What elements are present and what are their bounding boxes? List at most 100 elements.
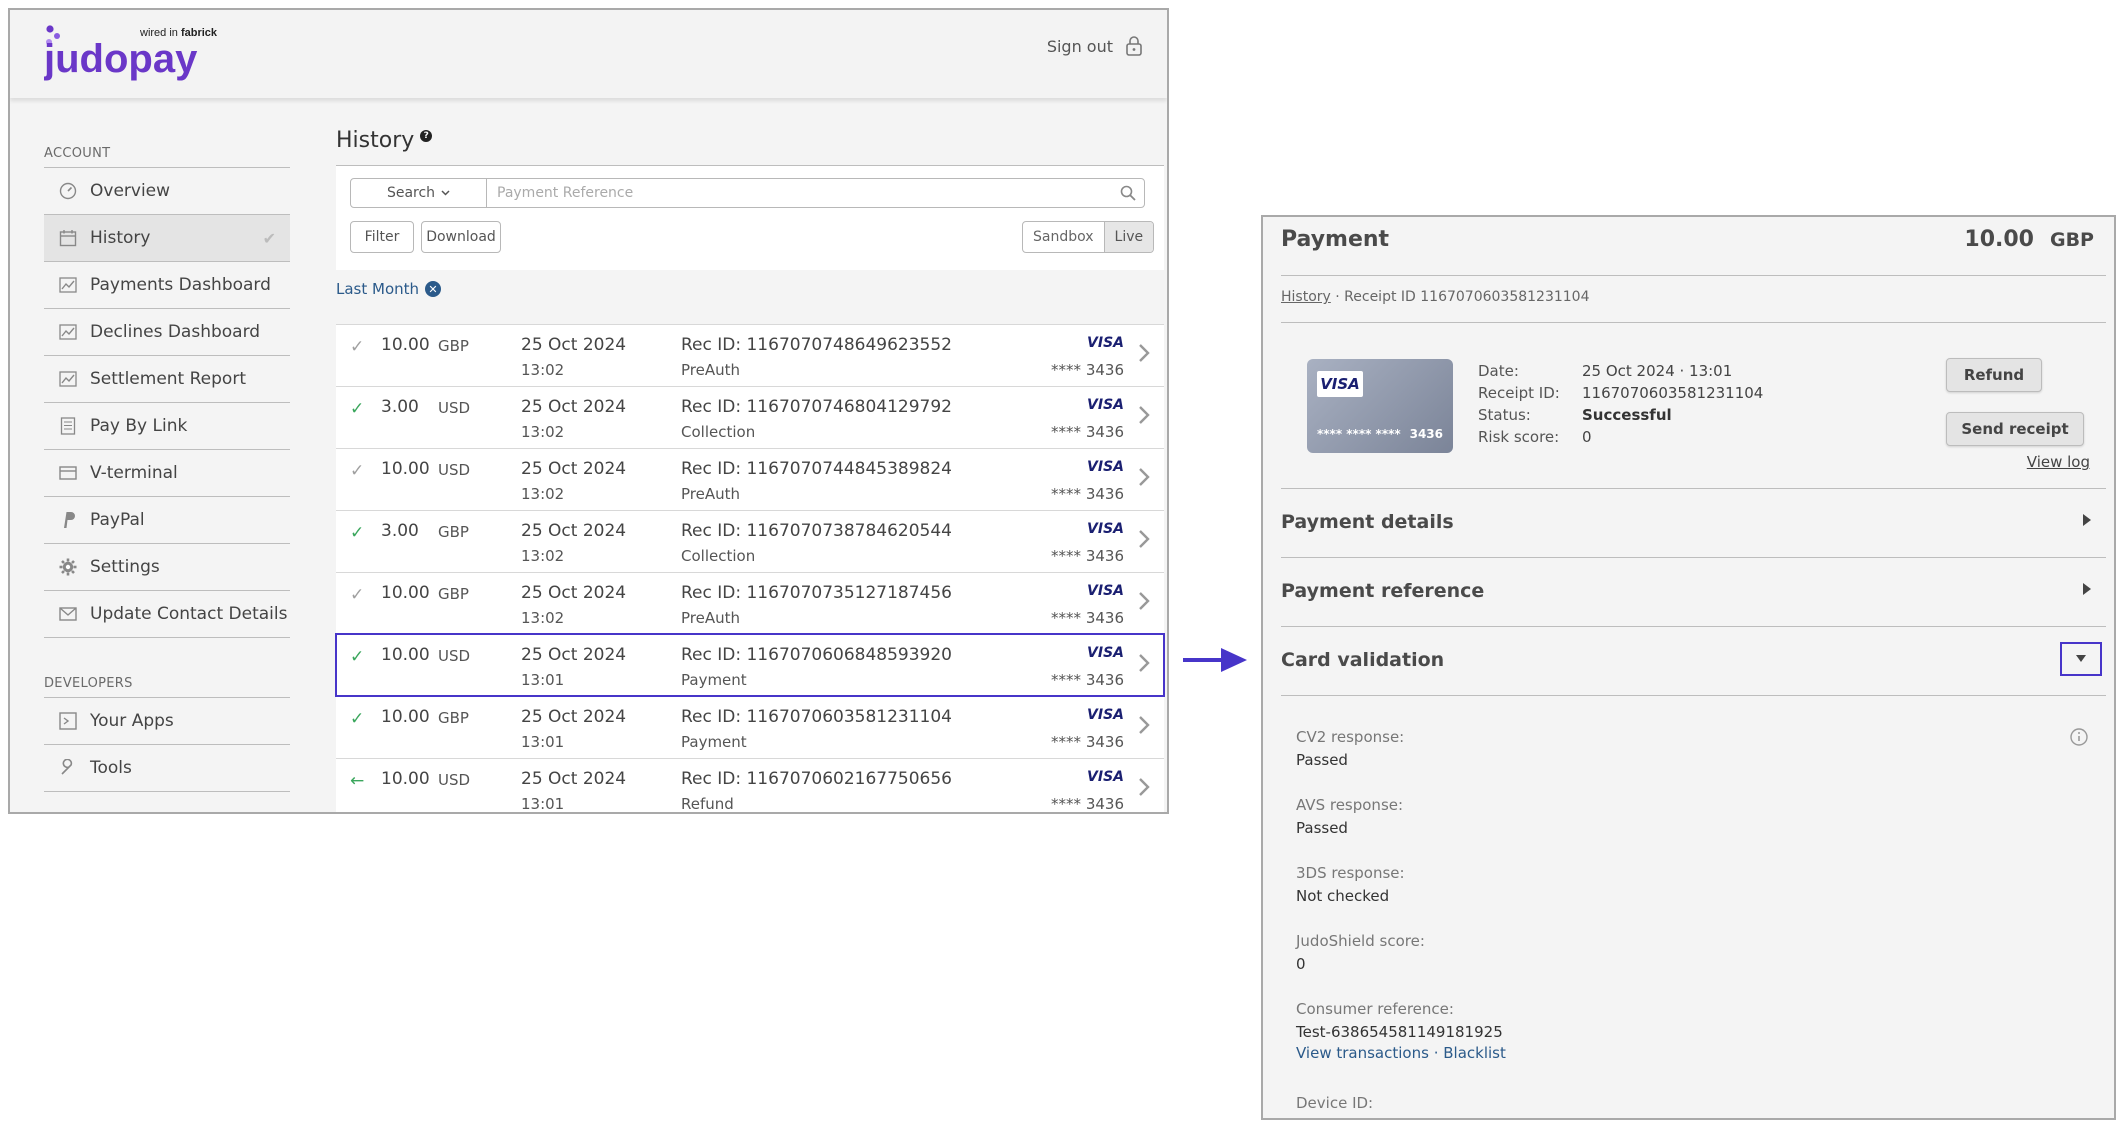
download-button[interactable]: Download bbox=[421, 221, 501, 253]
judopay-logo[interactable]: wired in fabrick judopay bbox=[44, 22, 244, 94]
card-masked: **** **** **** bbox=[1317, 427, 1401, 441]
sidebar-item-tools[interactable]: Tools bbox=[44, 745, 290, 792]
visa-logo-icon: VISA bbox=[1087, 707, 1124, 723]
send-receipt-button[interactable]: Send receipt bbox=[1946, 412, 2084, 446]
status-value: Successful bbox=[1582, 406, 1672, 424]
sidebar-item-your-apps[interactable]: Your Apps bbox=[44, 698, 290, 745]
history-window: wired in fabrick judopay Sign out ACCOUN… bbox=[8, 8, 1169, 814]
view-transactions-link[interactable]: View transactions bbox=[1296, 1044, 1429, 1062]
sidebar-item-update-contact-details[interactable]: Update Contact Details bbox=[44, 591, 290, 638]
sidebar-item-declines-dashboard[interactable]: Declines Dashboard bbox=[44, 309, 290, 356]
judoshield-score: JudoShield score: 0 bbox=[1296, 932, 1425, 973]
payment-reference-section[interactable]: Payment reference bbox=[1281, 557, 2106, 625]
sidebar-item-settlement-report[interactable]: Settlement Report bbox=[44, 356, 290, 403]
search-type-dropdown[interactable]: Search bbox=[350, 178, 487, 208]
sidebar-item-label: Update Contact Details bbox=[90, 604, 288, 624]
date-label: Date: bbox=[1478, 362, 1519, 380]
checkmark-icon: ✓ bbox=[350, 523, 365, 543]
currency: USD bbox=[438, 461, 471, 479]
chart-icon bbox=[58, 323, 78, 341]
blacklist-link[interactable]: Blacklist bbox=[1443, 1044, 1506, 1062]
date: 25 Oct 2024 bbox=[521, 583, 627, 603]
consumer-reference: Consumer reference: Test-638654581149181… bbox=[1296, 1000, 1506, 1062]
sidebar-item-paypal[interactable]: PayPal bbox=[44, 497, 290, 544]
filter-chip-label[interactable]: Last Month bbox=[336, 280, 419, 298]
table-row[interactable]: ✓ 10.00 USD 25 Oct 2024 13:02 Rec ID: 1167070… bbox=[336, 448, 1164, 510]
transaction-type: Payment bbox=[681, 671, 747, 689]
table-row[interactable]: ✓ 10.00 GBP 25 Oct 2024 13:01 Rec ID: 1167070… bbox=[336, 696, 1164, 758]
sidebar-item-settings[interactable]: Settings bbox=[44, 544, 290, 591]
sidebar-item-label: Payments Dashboard bbox=[90, 275, 271, 295]
sidebar-item-v-terminal[interactable]: V-terminal bbox=[44, 450, 290, 497]
transaction-type: PreAuth bbox=[681, 609, 741, 627]
card-last4: **** 3436 bbox=[1051, 361, 1124, 379]
checkmark-icon: ✓ bbox=[350, 461, 365, 481]
envelope-icon bbox=[58, 605, 78, 623]
sidebar-item-label: Your Apps bbox=[90, 711, 174, 731]
refund-button[interactable]: Refund bbox=[1946, 358, 2042, 392]
env-live-option[interactable]: Live bbox=[1103, 222, 1154, 252]
device-id: Device ID: bbox=[1296, 1094, 1373, 1112]
detail-amount-value: 10.00 bbox=[1964, 227, 2034, 252]
view-log-link[interactable]: View log bbox=[2027, 453, 2090, 471]
top-bar: wired in fabrick judopay Sign out bbox=[10, 10, 1167, 98]
terminal-icon bbox=[58, 464, 78, 482]
avs-response: AVS response: Passed bbox=[1296, 796, 1403, 837]
time: 13:02 bbox=[521, 547, 565, 565]
chevron-right-icon bbox=[1139, 592, 1150, 610]
visa-logo-icon: VISA bbox=[1087, 583, 1124, 599]
sign-out-button[interactable]: Sign out bbox=[1047, 36, 1143, 56]
table-row[interactable]: ✓ 3.00 GBP 25 Oct 2024 13:02 Rec ID: 11670707… bbox=[336, 510, 1164, 572]
date: 25 Oct 2024 bbox=[521, 769, 627, 789]
threeds-label: 3DS response: bbox=[1296, 864, 1405, 882]
chevron-right-icon bbox=[1139, 344, 1150, 362]
env-sandbox-option[interactable]: Sandbox bbox=[1023, 222, 1104, 252]
remove-filter-icon[interactable]: ✕ bbox=[425, 281, 442, 297]
amount: 10.00 bbox=[381, 335, 430, 355]
consumer-label: Consumer reference: bbox=[1296, 1000, 1454, 1018]
table-row[interactable]: ✓ 10.00 GBP 25 Oct 2024 13:02 Rec ID: 1167070… bbox=[336, 324, 1164, 386]
sidebar-item-history[interactable]: History ✔ bbox=[44, 215, 290, 262]
card-last4: **** 3436 bbox=[1051, 733, 1124, 751]
card-image: VISA **** **** **** 3436 bbox=[1307, 359, 1453, 453]
receipt-id: Rec ID: 1167070744845389824 bbox=[681, 459, 952, 479]
payment-reference-input[interactable] bbox=[486, 178, 1145, 208]
transaction-type: Refund bbox=[681, 795, 734, 813]
sidebar-item-payments-dashboard[interactable]: Payments Dashboard bbox=[44, 262, 290, 309]
sidebar-item-label: PayPal bbox=[90, 510, 145, 530]
visa-logo-icon: VISA bbox=[1087, 769, 1124, 785]
device-label: Device ID: bbox=[1296, 1094, 1374, 1112]
sidebar-item-overview[interactable]: Overview bbox=[44, 168, 290, 215]
date: 25 Oct 2024 bbox=[521, 707, 627, 727]
filter-button[interactable]: Filter bbox=[350, 221, 414, 253]
card-validation-section[interactable]: Card validation bbox=[1281, 626, 2106, 694]
receipt-id: Rec ID: 1167070746804129792 bbox=[681, 397, 952, 417]
transaction-list: ✓ 10.00 GBP 25 Oct 2024 13:02 Rec ID: 1167070… bbox=[335, 324, 1165, 813]
payment-detail-window: Payment 10.00 GBP History · Receipt ID 1… bbox=[1261, 215, 2116, 1120]
table-row[interactable]: ← 10.00 USD 25 Oct 2024 13:01 Rec ID: 1167070… bbox=[336, 758, 1164, 813]
info-icon[interactable] bbox=[2070, 728, 2088, 746]
help-icon[interactable]: ? bbox=[420, 130, 433, 142]
search-icon[interactable] bbox=[1120, 185, 1136, 201]
detail-title: Payment bbox=[1281, 227, 1390, 252]
detail-amount: 10.00 GBP bbox=[1964, 227, 2094, 252]
currency: USD bbox=[438, 771, 471, 789]
checkmark-icon: ✓ bbox=[350, 399, 365, 419]
table-row[interactable]: ✓ 10.00 USD 25 Oct 2024 13:01 Rec ID: 1167070… bbox=[335, 633, 1165, 697]
date: 25 Oct 2024 bbox=[521, 397, 627, 417]
avs-label: AVS response: bbox=[1296, 796, 1404, 814]
payment-details-section[interactable]: Payment details bbox=[1281, 488, 2106, 556]
risk-value: 0 bbox=[1582, 428, 1592, 446]
table-row[interactable]: ✓ 10.00 GBP 25 Oct 2024 13:02 Rec ID: 1167070… bbox=[336, 572, 1164, 634]
lock-icon bbox=[1126, 36, 1142, 56]
chevron-right-icon bbox=[1139, 778, 1150, 796]
checkmark-icon: ✓ bbox=[350, 585, 365, 605]
paypal-icon bbox=[58, 511, 78, 529]
currency: USD bbox=[438, 647, 471, 665]
breadcrumb-history-link[interactable]: History bbox=[1281, 289, 1331, 305]
checkmark-icon: ✓ bbox=[350, 337, 365, 357]
chart-icon bbox=[58, 276, 78, 294]
table-row[interactable]: ✓ 3.00 USD 25 Oct 2024 13:02 Rec ID: 11670707… bbox=[336, 386, 1164, 448]
sidebar-item-pay-by-link[interactable]: Pay By Link bbox=[44, 403, 290, 450]
expand-toggle[interactable] bbox=[2060, 642, 2102, 676]
